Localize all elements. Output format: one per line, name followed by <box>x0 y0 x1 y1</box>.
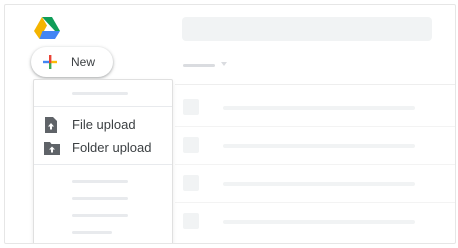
menu-item-placeholder[interactable] <box>72 231 112 234</box>
file-row-placeholder[interactable] <box>175 165 455 203</box>
file-name-placeholder <box>223 144 415 148</box>
menu-item-file-upload[interactable]: File upload <box>34 114 172 136</box>
menu-item-placeholder[interactable] <box>72 92 128 95</box>
new-button-label: New <box>71 55 96 69</box>
file-upload-icon <box>44 117 58 133</box>
menu-item-placeholder[interactable] <box>72 197 128 200</box>
drive-window: New File upload Folder upload <box>4 4 456 244</box>
menu-item-label: File upload <box>72 117 136 132</box>
list-header-divider <box>175 84 455 85</box>
file-name-placeholder <box>223 106 415 110</box>
file-name-placeholder <box>223 220 415 224</box>
google-drive-logo-icon[interactable] <box>34 17 60 39</box>
sort-caret-icon[interactable] <box>221 62 227 66</box>
menu-divider <box>34 106 172 107</box>
file-row-placeholder[interactable] <box>175 127 455 165</box>
plus-icon <box>43 55 57 69</box>
menu-item-folder-upload[interactable]: Folder upload <box>34 137 172 159</box>
file-row-placeholder[interactable] <box>175 89 455 127</box>
menu-item-placeholder[interactable] <box>72 180 128 183</box>
file-thumb-placeholder <box>183 213 199 229</box>
new-button[interactable]: New <box>31 47 113 77</box>
menu-divider <box>34 164 172 165</box>
folder-upload-icon <box>44 140 60 156</box>
menu-item-placeholder[interactable] <box>72 214 128 217</box>
file-thumb-placeholder <box>183 99 199 115</box>
file-thumb-placeholder <box>183 137 199 153</box>
file-row-placeholder[interactable] <box>175 203 455 241</box>
menu-item-label: Folder upload <box>72 140 152 155</box>
file-thumb-placeholder <box>183 175 199 191</box>
new-dropdown-menu: File upload Folder upload <box>33 79 173 243</box>
search-bar-placeholder[interactable] <box>182 17 432 41</box>
file-name-placeholder <box>223 182 415 186</box>
sort-placeholder[interactable] <box>183 64 215 67</box>
